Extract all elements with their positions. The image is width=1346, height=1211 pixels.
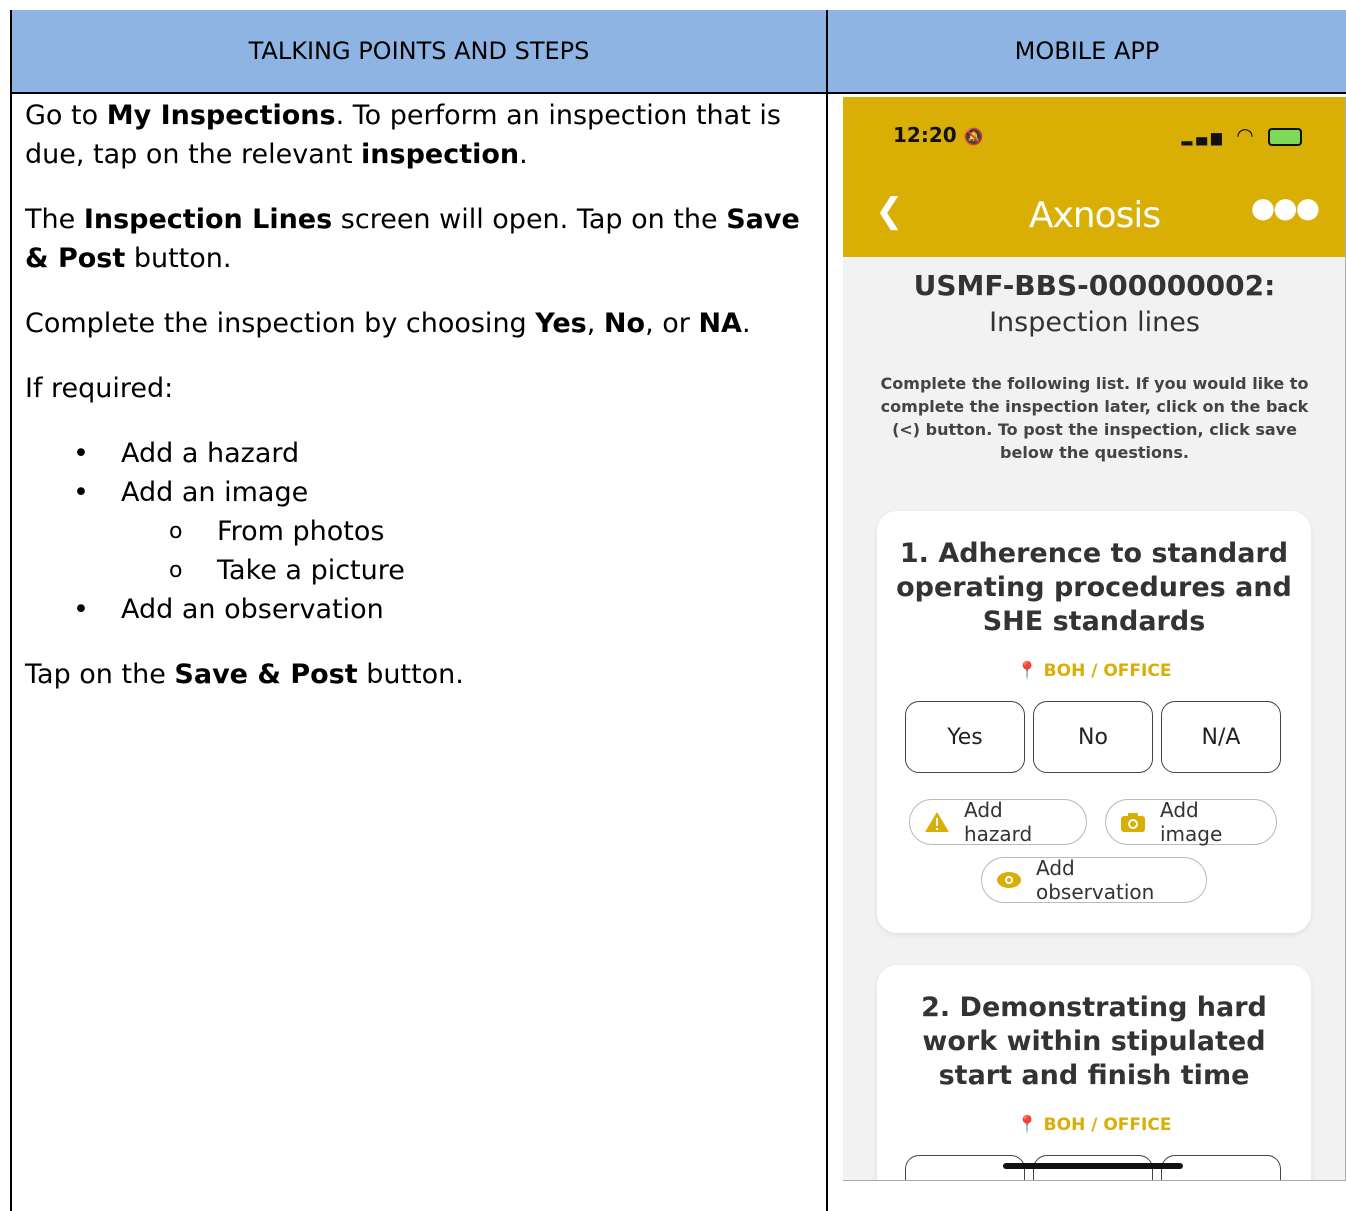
header-left-label: TALKING POINTS AND STEPS: [248, 37, 590, 65]
sub-bullet-from-photos: From photos: [121, 512, 805, 551]
column-divider: [826, 10, 828, 1211]
map-pin-icon: 📍: [1016, 1115, 1038, 1135]
answer-no-button[interactable]: No: [1033, 701, 1153, 773]
status-icons: ▂▄▆ ◠: [1182, 123, 1302, 147]
bullet-add-observation: Add an observation: [25, 590, 805, 629]
add-hazard-label: Add hazard: [964, 798, 1033, 846]
add-image-label: Add image: [1160, 798, 1223, 846]
step-1: Go to My Inspections. To perform an insp…: [25, 100, 781, 170]
location-label: 📍 BOH / OFFICE: [1016, 661, 1172, 681]
status-time: 12:20 🔕: [893, 123, 984, 147]
eye-icon: [996, 869, 1022, 891]
camera-icon: [1120, 811, 1146, 833]
sub-bullet-take-picture: Take a picture: [121, 551, 805, 590]
question-card: 1. Adherence to standard operating proce…: [877, 511, 1311, 933]
inspection-id-title: USMF-BBS-000000002:: [913, 269, 1276, 302]
warning-icon: [924, 811, 950, 833]
bullet-add-hazard: Add a hazard: [25, 434, 805, 473]
header-right-label: MOBILE APP: [1014, 37, 1160, 65]
instructions-text: Complete the following list. If you woul…: [880, 374, 1309, 462]
map-pin-icon: 📍: [1016, 661, 1038, 681]
header-mobile-app: MOBILE APP: [828, 10, 1346, 94]
question-text: 2. Demonstrating hard work within stipul…: [921, 992, 1267, 1091]
inspection-lines-subtitle: Inspection lines: [989, 307, 1200, 338]
app-header: 12:20 🔕 ▂▄▆ ◠ ❮ Axnosis ●●●: [843, 97, 1345, 257]
home-indicator[interactable]: [1003, 1163, 1183, 1169]
step-3: Complete the inspection by choosing Yes,…: [25, 308, 751, 339]
add-hazard-button[interactable]: Add hazard: [909, 798, 1087, 846]
add-observation-label: Add observation: [1036, 856, 1155, 904]
add-observation-button[interactable]: Add observation: [981, 856, 1207, 904]
battery-charging-icon: [1268, 127, 1302, 146]
bullet-add-image: Add an image From photos Take a picture: [25, 473, 805, 590]
talking-points-column: Go to My Inspections. To perform an insp…: [25, 96, 805, 720]
mobile-app-screenshot: 12:20 🔕 ▂▄▆ ◠ ❮ Axnosis ●●● USMF-BBS-000…: [843, 97, 1346, 1181]
step-5: Tap on the Save & Post button.: [25, 659, 464, 690]
wifi-icon: ◠: [1236, 123, 1258, 147]
more-options-icon[interactable]: ●●●: [1251, 191, 1320, 224]
question-text: 1. Adherence to standard operating proce…: [896, 538, 1292, 637]
question-card: 2. Demonstrating hard work within stipul…: [877, 965, 1311, 1180]
header-talking-points: TALKING POINTS AND STEPS: [12, 10, 826, 94]
bell-off-icon: 🔕: [963, 127, 984, 146]
bullet-list: Add a hazard Add an image From photos Ta…: [25, 434, 805, 629]
answer-yes-button[interactable]: Yes: [905, 701, 1025, 773]
add-image-button[interactable]: Add image: [1105, 798, 1277, 846]
step-2: The Inspection Lines screen will open. T…: [25, 204, 800, 274]
location-label: 📍 BOH / OFFICE: [1016, 1115, 1172, 1135]
answer-na-button[interactable]: N/A: [1161, 701, 1281, 773]
sub-bullet-list: From photos Take a picture: [121, 512, 805, 590]
step-4: If required:: [25, 373, 174, 404]
signal-icon: ▂▄▆: [1181, 130, 1226, 146]
